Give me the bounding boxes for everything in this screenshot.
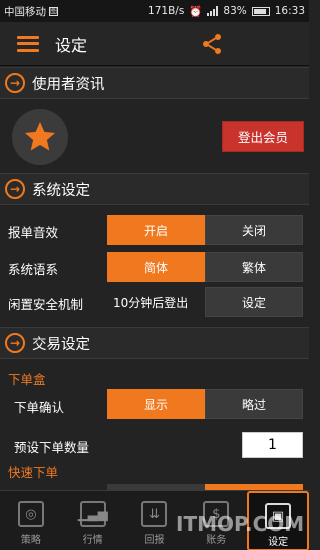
traditional-button[interactable]: 繁体 <box>205 252 303 282</box>
download-icon: ⇊ <box>141 501 168 527</box>
confirm-skip-button[interactable]: 略过 <box>205 389 303 419</box>
quick-order-heading: 快速下单 <box>8 465 59 480</box>
target-icon: ◎ <box>17 501 44 527</box>
share-icon[interactable] <box>200 32 224 56</box>
chart-icon: ▁▃▅ <box>78 501 108 527</box>
status-bar: 中国移动 图 171B/s ⏰ 83% 16:33 <box>0 0 309 22</box>
bottom-nav: ◎ 策略 ▁▃▅ 行情 ⇊ 回报 $ 账务 ▣ 设定 <box>0 490 309 550</box>
language-label: 系统语系 <box>8 262 59 277</box>
idle-settings-button[interactable]: 设定 <box>205 287 303 317</box>
signal-icon <box>207 6 219 16</box>
alarm-icon: ⏰ <box>189 5 203 18</box>
avatar <box>12 109 68 165</box>
sound-label: 报单音效 <box>8 225 59 240</box>
section-trade-settings: → 交易设定 <box>0 327 309 359</box>
battery-percent: 83% <box>223 5 247 17</box>
default-qty-input[interactable]: 1 <box>242 432 303 458</box>
arrow-circle-icon: → <box>5 333 25 353</box>
nav-quotes[interactable]: ▁▃▅ 行情 <box>62 491 124 550</box>
logout-button[interactable]: 登出会员 <box>222 121 304 152</box>
section-user-info: → 使用者资讯 <box>0 67 309 99</box>
simplified-button[interactable]: 简体 <box>107 252 205 282</box>
section-title: 使用者资讯 <box>32 76 105 93</box>
section-title: 系统设定 <box>32 182 90 199</box>
app-bar: 设定 <box>0 22 309 66</box>
nav-strategy[interactable]: ◎ 策略 <box>0 491 62 550</box>
hamburger-icon[interactable] <box>17 35 39 52</box>
order-confirm-label: 下单确认 <box>14 400 65 415</box>
carrier-name: 中国移动 <box>4 5 46 18</box>
dollar-icon: $ <box>203 501 230 527</box>
arrow-circle-icon: → <box>5 179 25 199</box>
nav-settings[interactable]: ▣ 设定 <box>247 491 309 550</box>
notification-icon: 图 <box>49 6 58 16</box>
clock: 16:33 <box>274 5 305 17</box>
settings-icon: ▣ <box>265 503 292 529</box>
nav-label: 策略 <box>20 535 41 546</box>
idle-security-label: 闲置安全机制 <box>8 297 84 312</box>
order-box-heading: 下单盒 <box>8 372 46 387</box>
section-title: 交易设定 <box>32 336 90 353</box>
network-speed: 171B/s <box>148 5 185 17</box>
sound-off-button[interactable]: 关闭 <box>205 215 303 245</box>
page-title: 设定 <box>55 35 88 55</box>
idle-timeout-value: 10分钟后登出 <box>113 296 189 310</box>
default-qty-label: 预设下单数量 <box>14 440 90 455</box>
nav-label: 账务 <box>206 535 227 546</box>
section-system-settings: → 系统设定 <box>0 173 309 205</box>
nav-label: 回报 <box>144 535 165 546</box>
nav-accounts[interactable]: $ 账务 <box>185 491 247 550</box>
sound-on-button[interactable]: 开启 <box>107 215 205 245</box>
arrow-circle-icon: → <box>5 73 25 93</box>
star-icon <box>25 122 55 151</box>
nav-label: 行情 <box>82 535 103 546</box>
nav-label: 设定 <box>268 537 289 548</box>
confirm-show-button[interactable]: 显示 <box>107 389 205 419</box>
battery-icon <box>251 6 270 16</box>
nav-reports[interactable]: ⇊ 回报 <box>124 491 186 550</box>
